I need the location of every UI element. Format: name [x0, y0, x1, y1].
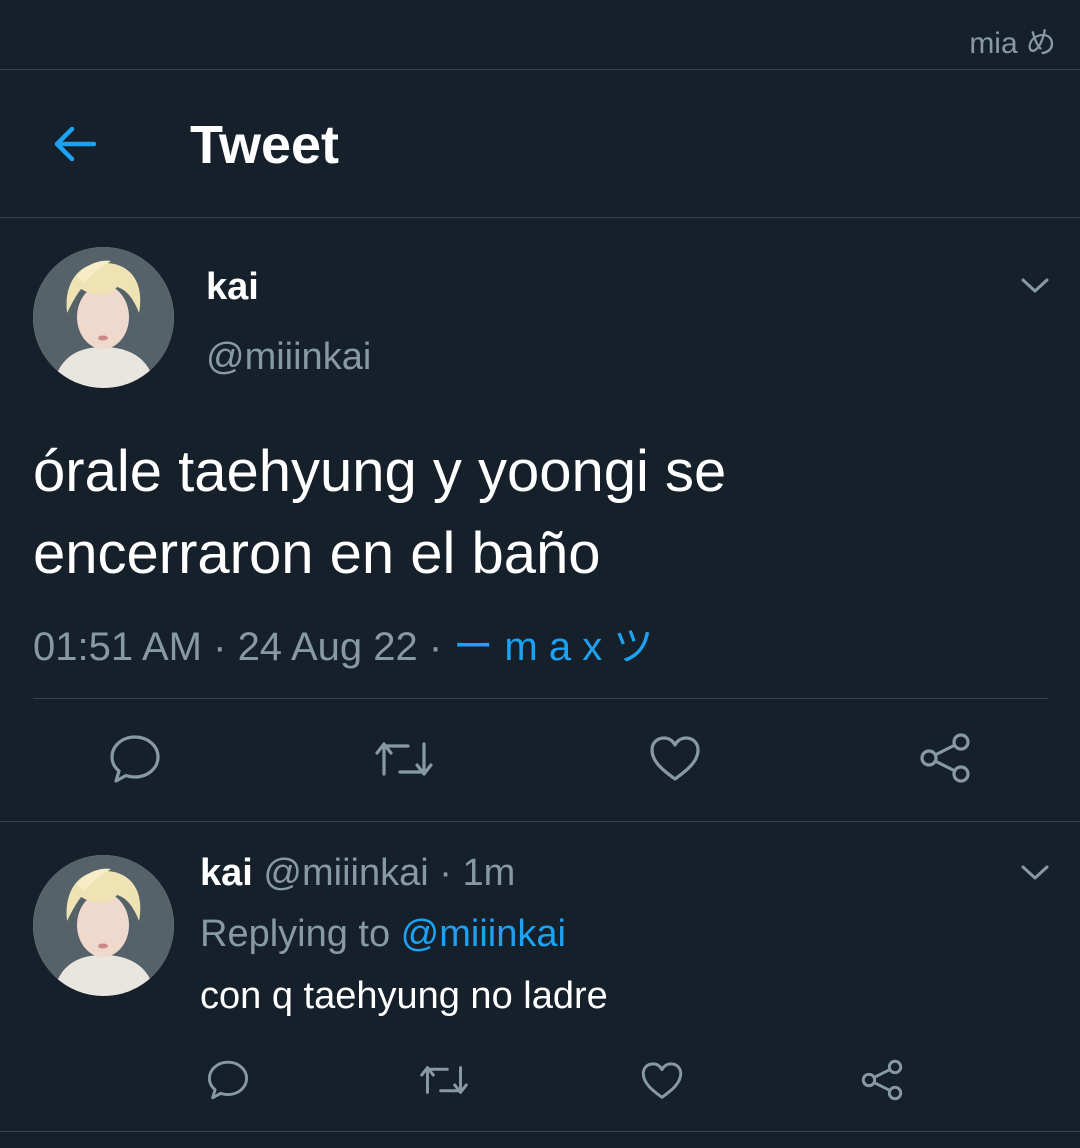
- chevron-down-icon: [1021, 865, 1049, 880]
- reply-author-handle[interactable]: @miiinkai: [263, 852, 428, 894]
- reply-reply-button[interactable]: [206, 1059, 250, 1106]
- share-icon: [920, 733, 970, 783]
- divider: [33, 698, 1048, 699]
- divider: [0, 821, 1080, 822]
- reply-icon: [110, 735, 160, 783]
- tweet-source-link[interactable]: ー m a x ツ: [453, 625, 653, 669]
- author-avatar[interactable]: [33, 247, 174, 388]
- reply-like-button[interactable]: [640, 1061, 684, 1106]
- tweet-text-line: encerraron en el baño: [33, 521, 601, 586]
- share-button[interactable]: [918, 732, 972, 789]
- replying-handle-link[interactable]: @miiinkai: [401, 913, 566, 955]
- back-arrow-icon: [54, 126, 97, 162]
- tweet-date: 24 Aug 22: [237, 625, 418, 669]
- reply-icon: [207, 1060, 249, 1100]
- author-name[interactable]: kai: [206, 266, 259, 309]
- tweet-text-line: órale taehyung y yoongi se: [33, 439, 727, 504]
- replying-to: Replying to @miiinkai: [200, 913, 566, 956]
- author-handle[interactable]: @miiinkai: [206, 336, 371, 379]
- reply-share-button[interactable]: [860, 1058, 904, 1107]
- reply-author-name[interactable]: kai: [200, 852, 253, 894]
- reply-retweet-button[interactable]: [419, 1061, 469, 1104]
- replying-label: Replying to: [200, 913, 401, 955]
- chevron-down-icon: [1021, 278, 1049, 293]
- back-button[interactable]: [48, 120, 100, 168]
- meta-separator: ·: [428, 852, 463, 894]
- tweet-time: 01:51 AM: [33, 625, 203, 669]
- tweet-text: órale taehyung y yoongi se encerraron en…: [33, 431, 1043, 595]
- meta-separator: ·: [202, 625, 238, 669]
- reply-text: con q taehyung no ladre: [200, 975, 608, 1017]
- reply-author-avatar[interactable]: [33, 855, 174, 996]
- meta-separator: ·: [417, 625, 454, 669]
- page-title: Tweet: [190, 115, 340, 175]
- divider: [0, 1131, 1080, 1132]
- reply-button[interactable]: [108, 733, 162, 790]
- reply-options-button[interactable]: [1020, 864, 1050, 882]
- app-header: Tweet: [0, 70, 1080, 218]
- share-icon: [861, 1059, 903, 1101]
- watermark-text: mia め: [969, 27, 1056, 60]
- top-bar: mia め: [0, 0, 1080, 70]
- reply-header: kai @miiinkai · 1m: [200, 852, 515, 895]
- retweet-icon: [375, 742, 433, 776]
- tweet-options-button[interactable]: [1020, 277, 1050, 295]
- reply-age: 1m: [462, 852, 516, 894]
- like-icon: [650, 736, 700, 781]
- retweet-button[interactable]: [374, 736, 434, 787]
- retweet-icon: [420, 1066, 468, 1094]
- tweet-meta: 01:51 AM · 24 Aug 22 · ー m a x ツ: [33, 614, 653, 672]
- like-button[interactable]: [648, 735, 702, 788]
- like-icon: [641, 1062, 683, 1099]
